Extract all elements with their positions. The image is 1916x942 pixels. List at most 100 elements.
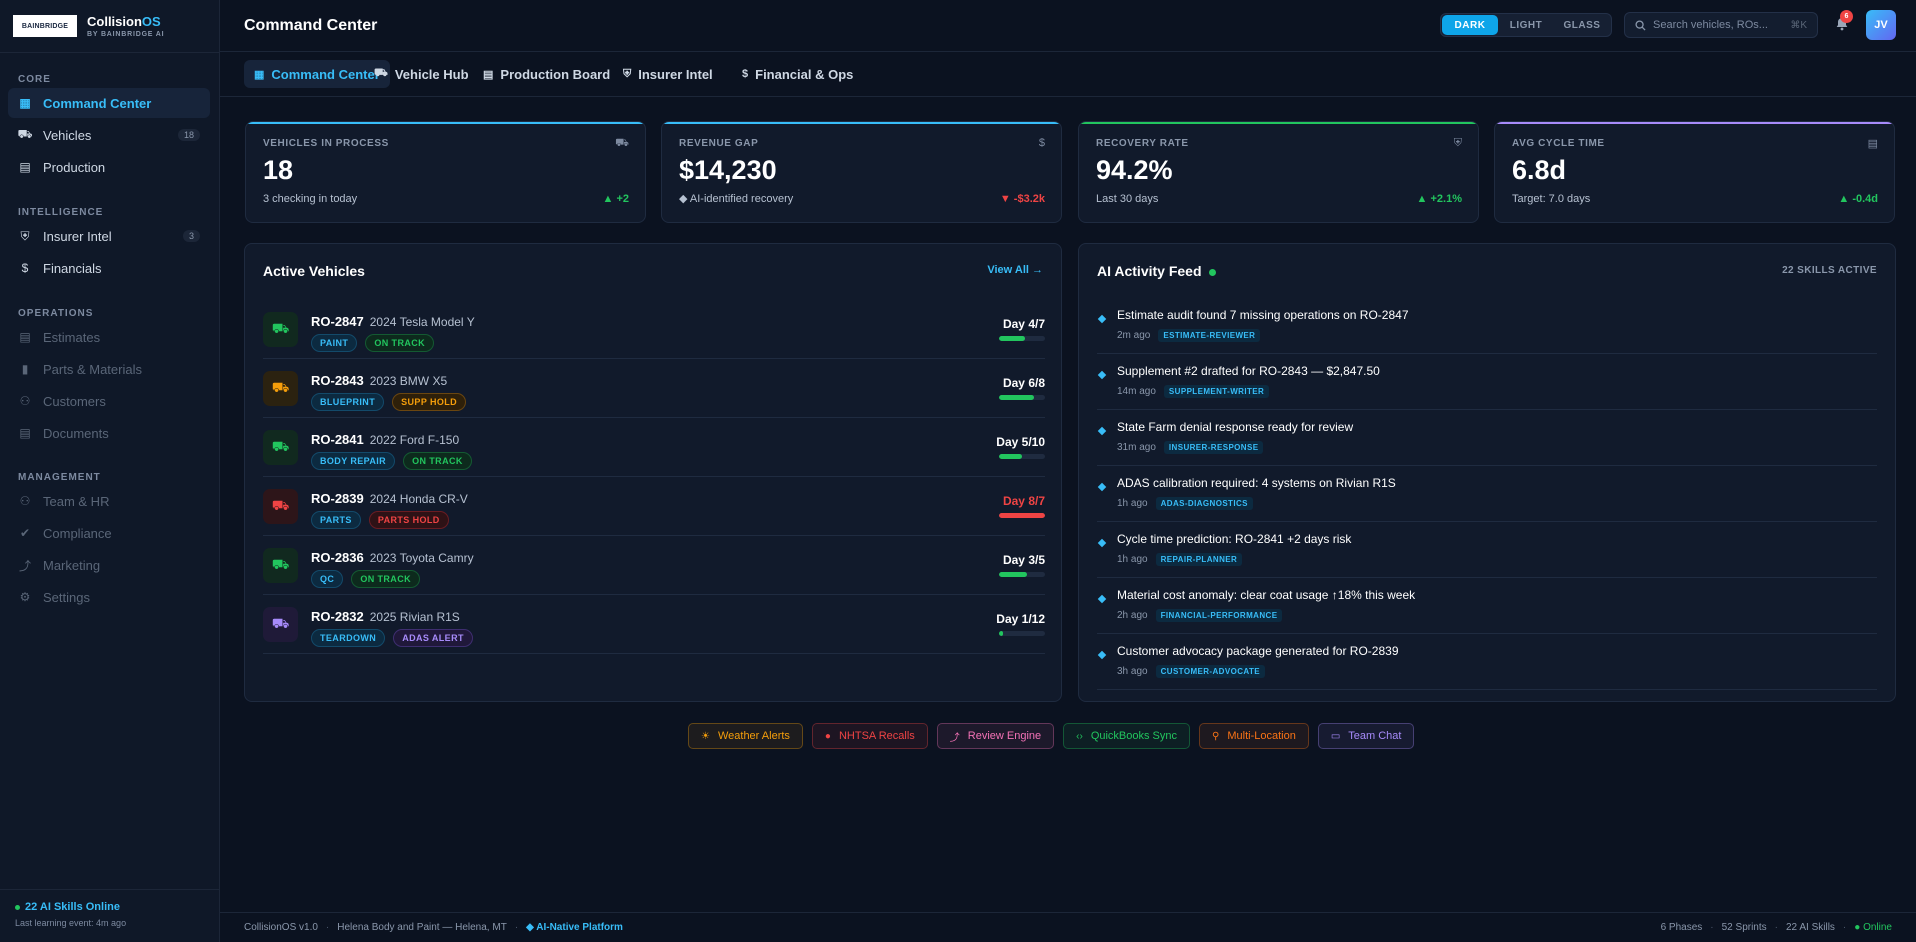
tab-insurer-intel[interactable]: ⛨ Insurer Intel: [613, 60, 723, 88]
shield-icon: ⛨: [1453, 137, 1462, 149]
theme-toggle[interactable]: DARK LIGHT GLASS: [1440, 13, 1612, 37]
tab-bar: ▦ Command Center ⛟ Vehicle Hub ▤ Production B…: [220, 52, 1916, 97]
sidebar-item-customers[interactable]: ⚇ Customers: [8, 386, 210, 416]
status-tag: QC: [311, 570, 344, 588]
avatar[interactable]: JV: [1866, 10, 1896, 40]
feed-item[interactable]: Cycle time prediction: RO-2841 +2 days r…: [1097, 522, 1877, 578]
brand[interactable]: BAINBRIDGE CollisionOS BY BAINBRIDGE AI: [0, 0, 219, 53]
sidebar: BAINBRIDGE CollisionOS BY BAINBRIDGE AI …: [0, 0, 220, 942]
vehicle-row[interactable]: ⛟ RO-2839 2024 Honda CR-V PARTS PARTS HOLD Da…: [263, 477, 1045, 536]
feed-time: 1h ago: [1117, 498, 1148, 509]
ro-number: RO-2847 2024 Tesla Model Y: [311, 314, 475, 329]
trend-icon: ⤴: [18, 558, 31, 573]
ro-number: RO-2843 2023 BMW X5: [311, 373, 447, 388]
feed-item[interactable]: ADAS calibration required: 4 systems on …: [1097, 466, 1877, 522]
vehicle-row[interactable]: ⛟ RO-2836 2023 Toyota Camry QC ON TRACK Day 3…: [263, 536, 1045, 595]
tab-production-board[interactable]: ▤ Production Board: [473, 60, 620, 88]
feed-meta: 3h ago CUSTOMER-ADVOCATE: [1117, 665, 1265, 678]
sidebar-item-production[interactable]: ▤ Production: [8, 152, 210, 182]
diamond-icon: [1097, 426, 1107, 436]
status-tag: PARTS: [311, 511, 361, 529]
integration-label: Team Chat: [1348, 730, 1402, 742]
day-count: Day 1/12: [996, 612, 1045, 626]
sidebar-item-command-center[interactable]: ▦ Command Center: [8, 88, 210, 118]
theme-option-light[interactable]: LIGHT: [1498, 15, 1554, 35]
tab-financial-ops[interactable]: $ Financial & Ops: [732, 60, 863, 88]
ro-id: RO-2839: [311, 491, 364, 506]
vehicle-row[interactable]: ⛟ RO-2847 2024 Tesla Model Y PAINT ON TRACK D…: [263, 300, 1045, 359]
diamond-icon: [1097, 594, 1107, 604]
tab-label: Financial & Ops: [755, 66, 854, 82]
integration-review-engine[interactable]: ⤴ Review Engine: [936, 723, 1055, 749]
feed-meta: 1h ago ADAS-DIAGNOSTICS: [1117, 497, 1253, 510]
feed-item[interactable]: Estimate audit found 7 missing operation…: [1097, 298, 1877, 354]
feed-text: Material cost anomaly: clear coat usage …: [1117, 588, 1416, 602]
integration-label: Multi-Location: [1227, 730, 1296, 742]
sidebar-item-label: Vehicles: [43, 127, 92, 143]
feed-item[interactable]: State Farm denial response ready for rev…: [1097, 410, 1877, 466]
feed-item[interactable]: Customer advocacy package generated for …: [1097, 634, 1877, 690]
diamond-icon: [1097, 482, 1107, 492]
sidebar-item-label: Customers: [43, 393, 106, 409]
active-vehicles-panel: Active Vehicles View All → ⛟ RO-2847 2024 …: [244, 243, 1062, 702]
integration-nhtsa-recalls[interactable]: ● NHTSA Recalls: [811, 723, 928, 749]
feed-text: Customer advocacy package generated for …: [1117, 644, 1399, 658]
feed-item[interactable]: Supplement #2 drafted for RO-2843 — $2,8…: [1097, 354, 1877, 410]
sidebar-item-compliance[interactable]: ✔ Compliance: [8, 518, 210, 548]
dollar-icon: $: [21, 261, 29, 275]
kpi-label: REVENUE GAP: [679, 138, 759, 149]
kpi-delta: ▲ -0.4d: [1838, 193, 1878, 205]
status-tag: PARTS HOLD: [368, 511, 449, 529]
sidebar-item-team-hr[interactable]: ⚇ Team & HR: [8, 486, 210, 516]
vehicle-row[interactable]: ⛟ RO-2841 2022 Ford F-150 BODY REPAIR ON TRA…: [263, 418, 1045, 477]
feed-item[interactable]: Material cost anomaly: clear coat usage …: [1097, 578, 1877, 634]
status-tag: PAINT: [311, 334, 358, 352]
integration-team-chat[interactable]: ▭ Team Chat: [1317, 723, 1415, 749]
tag-group: BLUEPRINT SUPP HOLD: [311, 393, 467, 411]
integration-multi-location[interactable]: ⚲ Multi-Location: [1199, 723, 1309, 749]
sidebar-item-count: 18: [177, 129, 200, 141]
kpi-delta: ▼ -$3.2k: [999, 193, 1045, 205]
chat-icon: ▭: [1330, 730, 1341, 742]
sidebar-item-label: Settings: [43, 589, 90, 605]
sprints-count: 52 Sprints: [1721, 922, 1767, 933]
view-all-link[interactable]: View All →: [987, 264, 1043, 276]
sidebar-item-marketing[interactable]: ⤴ Marketing: [8, 550, 210, 580]
tab-vehicle-hub[interactable]: ⛟ Vehicle Hub: [364, 60, 479, 88]
kpi-subtitle: 3 checking in today: [263, 193, 358, 205]
feed-time: 2m ago: [1117, 330, 1151, 341]
sidebar-item-estimates[interactable]: ▤ Estimates: [8, 322, 210, 352]
sidebar-item-settings[interactable]: ⚙ Settings: [8, 582, 210, 612]
search-placeholder: Search vehicles, ROs...: [1653, 19, 1768, 31]
sidebar-item-vehicles[interactable]: ⛟ Vehicles 18: [8, 120, 210, 150]
ro-number: RO-2836 2023 Toyota Camry: [311, 550, 474, 565]
theme-option-glass[interactable]: GLASS: [1554, 15, 1610, 35]
ro-id: RO-2847: [311, 314, 364, 329]
kpi-label: AVG CYCLE TIME: [1512, 138, 1605, 149]
car-icon: ⛟: [263, 548, 298, 583]
progress-bar: [999, 631, 1045, 636]
dollar-icon: $: [742, 68, 749, 80]
sidebar-item-label: Financials: [43, 260, 102, 276]
tag-group: PAINT ON TRACK: [311, 334, 435, 352]
sidebar-item-label: Estimates: [43, 329, 101, 345]
vehicle-row[interactable]: ⛟ RO-2832 2025 Rivian R1S TEARDOWN ADAS ALER…: [263, 595, 1045, 654]
sidebar-item-documents[interactable]: ▤ Documents: [8, 418, 210, 448]
integrations-row: ☀ Weather Alerts ● NHTSA Recalls ⤴ Review Eng…: [688, 723, 1415, 749]
skills-count: 22 AI Skills: [1786, 922, 1835, 933]
users-icon: ⚇: [19, 394, 31, 408]
search-input[interactable]: Search vehicles, ROs... ⌘K: [1624, 12, 1818, 38]
integration-weather-alerts[interactable]: ☀ Weather Alerts: [688, 723, 803, 749]
live-dot: [1208, 268, 1216, 276]
integration-quickbooks-sync[interactable]: ‹› QuickBooks Sync: [1063, 723, 1191, 749]
vehicle-row[interactable]: ⛟ RO-2843 2023 BMW X5 BLUEPRINT SUPP HOLD Day…: [263, 359, 1045, 418]
sidebar-item-insurer-intel[interactable]: ⛨ Insurer Intel 3: [8, 221, 210, 251]
sidebar-item-label: Documents: [43, 425, 109, 441]
car-icon: ⛟: [263, 312, 298, 347]
progress-bar: [999, 513, 1045, 518]
theme-option-dark[interactable]: DARK: [1442, 15, 1498, 35]
progress-fill: [999, 336, 1026, 341]
sidebar-item-financials[interactable]: $ Financials: [8, 253, 210, 283]
sidebar-item-parts-materials[interactable]: ▮ Parts & Materials: [8, 354, 210, 384]
skill-tag: SUPPLEMENT-WRITER: [1163, 385, 1270, 398]
